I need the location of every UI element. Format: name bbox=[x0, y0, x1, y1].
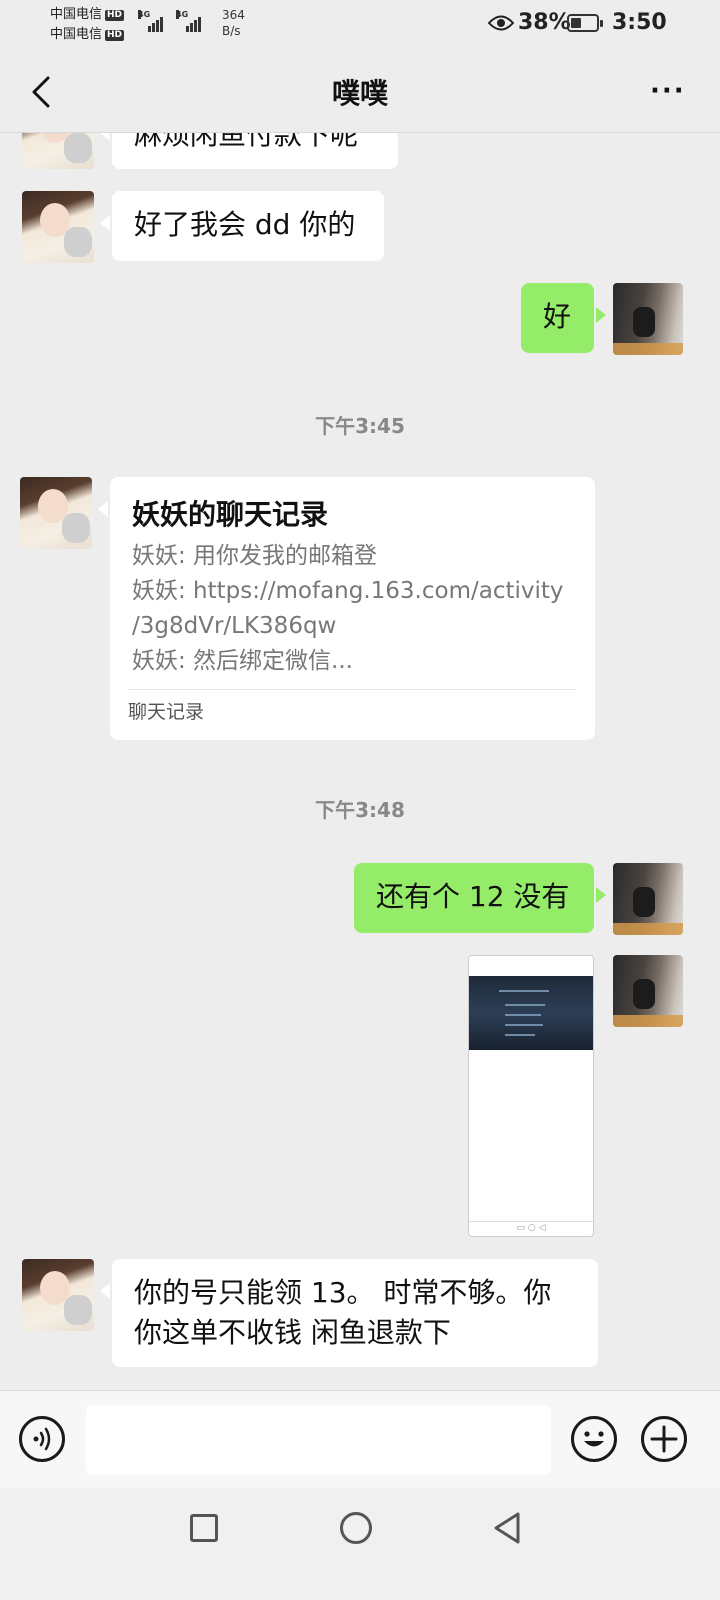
message-bubble-received[interactable]: 麻烦闲鱼付款下呢 bbox=[100, 133, 398, 169]
signal-icon: 4G bbox=[176, 10, 202, 32]
card-line: 妖妖: 用你发我的邮箱登 bbox=[132, 543, 378, 569]
carrier-1: 中国电信 HD bbox=[50, 7, 125, 22]
system-nav-bar bbox=[0, 1488, 720, 1600]
input-bar bbox=[0, 1390, 720, 1488]
battery-icon bbox=[567, 14, 603, 32]
chat-record-card[interactable]: 妖妖的聊天记录 妖妖: 用你发我的邮箱登 妖妖: https://mofang.… bbox=[98, 477, 595, 740]
net-speed: 364 B/s bbox=[222, 8, 245, 38]
message-input[interactable] bbox=[86, 1405, 551, 1475]
card-line: 妖妖: https://mofang.163.com/activity bbox=[132, 578, 564, 604]
my-avatar[interactable] bbox=[613, 863, 683, 935]
voice-icon[interactable] bbox=[19, 1416, 65, 1462]
signal-icon: 4G bbox=[138, 10, 164, 32]
contact-avatar[interactable] bbox=[20, 477, 92, 549]
chat-header: 噗噗 ··· bbox=[0, 50, 720, 132]
carrier-2: 中国电信 HD bbox=[50, 27, 125, 42]
circle-icon[interactable] bbox=[340, 1512, 372, 1544]
timestamp: 下午3:48 bbox=[315, 798, 405, 822]
square-icon[interactable] bbox=[190, 1514, 218, 1542]
triangle-back-icon[interactable] bbox=[490, 1510, 524, 1546]
eye-icon bbox=[488, 15, 514, 31]
message-bubble-sent[interactable]: 还有个 12 没有 bbox=[354, 863, 606, 933]
image-thumbnail-header bbox=[469, 956, 593, 976]
status-bar: 中国电信 HD 中国电信 HD 4G 4G 364 B/s 38% 3:50 bbox=[0, 0, 720, 50]
card-footer: 聊天记录 bbox=[128, 701, 205, 723]
message-bubble-sent[interactable]: 好 bbox=[521, 283, 606, 353]
contact-avatar[interactable] bbox=[22, 133, 94, 169]
card-line: 妖妖: 然后绑定微信... bbox=[132, 648, 353, 674]
plus-icon[interactable] bbox=[641, 1416, 687, 1462]
image-message[interactable]: ▭ ○ ◁ bbox=[468, 955, 594, 1237]
battery-percent: 38% bbox=[518, 10, 571, 35]
hd-badge: HD bbox=[105, 30, 125, 41]
my-avatar[interactable] bbox=[613, 955, 683, 1027]
message-bubble-received[interactable]: 好了我会 dd 你的 bbox=[100, 191, 384, 261]
contact-avatar[interactable] bbox=[22, 191, 94, 263]
card-line: /3g8dVr/LK386qw bbox=[132, 613, 337, 639]
message-bubble-received[interactable]: 你的号只能领 13。 时常不够。你 你这单不收钱 闲鱼退款下 bbox=[100, 1259, 598, 1367]
card-title: 妖妖的聊天记录 bbox=[132, 498, 329, 531]
my-avatar[interactable] bbox=[613, 283, 683, 355]
message-list[interactable]: 麻烦闲鱼付款下呢 好了我会 dd 你的 好 下午3:45 妖妖的聊天记录 妖妖:… bbox=[0, 133, 720, 1390]
more-dots-icon[interactable]: ··· bbox=[650, 78, 690, 104]
image-thumbnail-nav: ▭ ○ ◁ bbox=[469, 1221, 593, 1236]
contact-avatar[interactable] bbox=[22, 1259, 94, 1331]
timestamp: 下午3:45 bbox=[315, 414, 405, 438]
emoji-icon[interactable] bbox=[571, 1416, 617, 1462]
image-thumbnail bbox=[469, 976, 593, 1050]
chat-title: 噗噗 bbox=[331, 77, 388, 110]
clock: 3:50 bbox=[612, 10, 667, 35]
hd-badge: HD bbox=[105, 10, 125, 21]
